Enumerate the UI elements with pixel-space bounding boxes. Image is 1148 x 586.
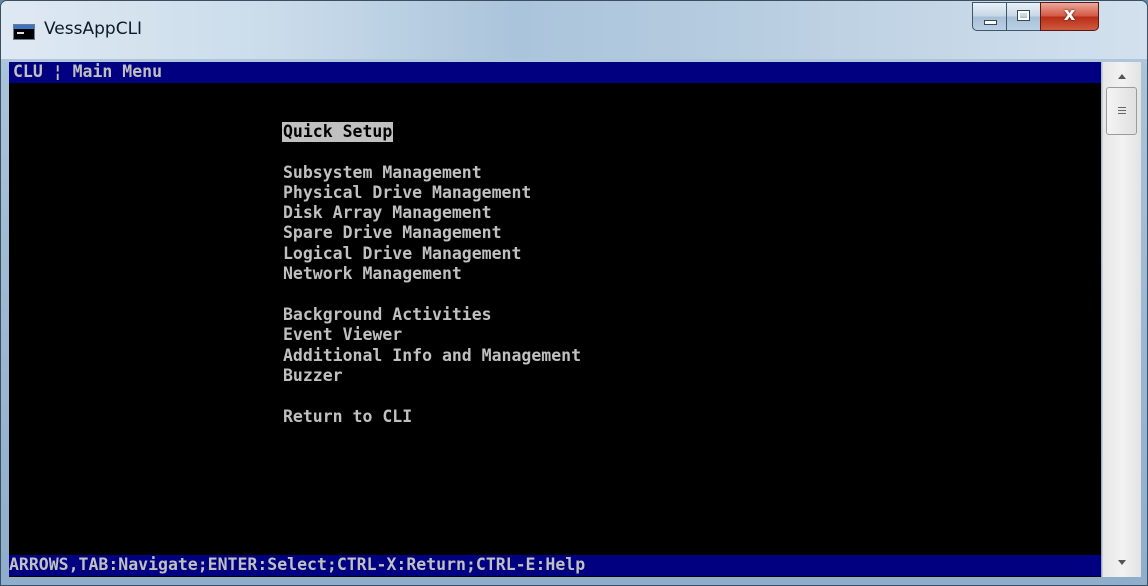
console-app-icon[interactable] [13, 24, 35, 40]
title-bar[interactable]: VessAppCLI x [1, 1, 1147, 59]
minimize-icon [984, 20, 997, 25]
main-menu: Quick Setup Subsystem Management Physica… [282, 122, 581, 426]
help-bar: ARROWS,TAB:Navigate;ENTER:Select;CTRL-X:… [9, 555, 1101, 576]
menu-item-background-activities[interactable]: Background Activities [283, 305, 492, 325]
menu-item-network-management[interactable]: Network Management [283, 264, 462, 284]
menu-item-quick-setup[interactable]: Quick Setup [282, 122, 394, 142]
scroll-up-icon[interactable] [1103, 62, 1141, 87]
minimize-button[interactable] [972, 2, 1007, 31]
grip-line [1118, 107, 1126, 108]
vertical-scrollbar[interactable] [1102, 62, 1141, 577]
close-button[interactable]: x [1040, 2, 1099, 31]
grip-line [1118, 113, 1126, 114]
menu-item-additional-info[interactable]: Additional Info and Management [283, 346, 581, 366]
menu-item-return-to-cli[interactable]: Return to CLI [283, 407, 412, 427]
menu-item-disk-array-management[interactable]: Disk Array Management [283, 203, 492, 223]
window-title: VessAppCLI [44, 19, 143, 39]
menu-item-event-viewer[interactable]: Event Viewer [283, 325, 402, 345]
maximize-button[interactable] [1006, 2, 1041, 31]
maximize-icon [1017, 10, 1030, 21]
grip-line [1118, 110, 1126, 111]
key-help-text: ARROWS,TAB:Navigate;ENTER:Select;CTRL-X:… [9, 555, 586, 574]
scroll-down-icon[interactable] [1103, 552, 1141, 577]
menu-item-spare-drive-management[interactable]: Spare Drive Management [283, 223, 502, 243]
menu-item-buzzer[interactable]: Buzzer [283, 366, 343, 386]
header-bar: CLU ¦ Main Menu [9, 62, 1101, 83]
close-icon: x [1063, 4, 1076, 25]
menu-item-physical-drive-management[interactable]: Physical Drive Management [283, 183, 531, 203]
scroll-thumb[interactable] [1106, 87, 1137, 135]
console-area[interactable]: CLU ¦ Main Menu Quick Setup Subsystem Ma… [9, 62, 1101, 577]
menu-header: CLU ¦ Main Menu [13, 62, 163, 81]
console-window: VessAppCLI x CLU ¦ Main Menu Quick Setup… [0, 0, 1148, 586]
menu-item-logical-drive-management[interactable]: Logical Drive Management [283, 244, 521, 264]
menu-item-subsystem-management[interactable]: Subsystem Management [283, 163, 482, 183]
